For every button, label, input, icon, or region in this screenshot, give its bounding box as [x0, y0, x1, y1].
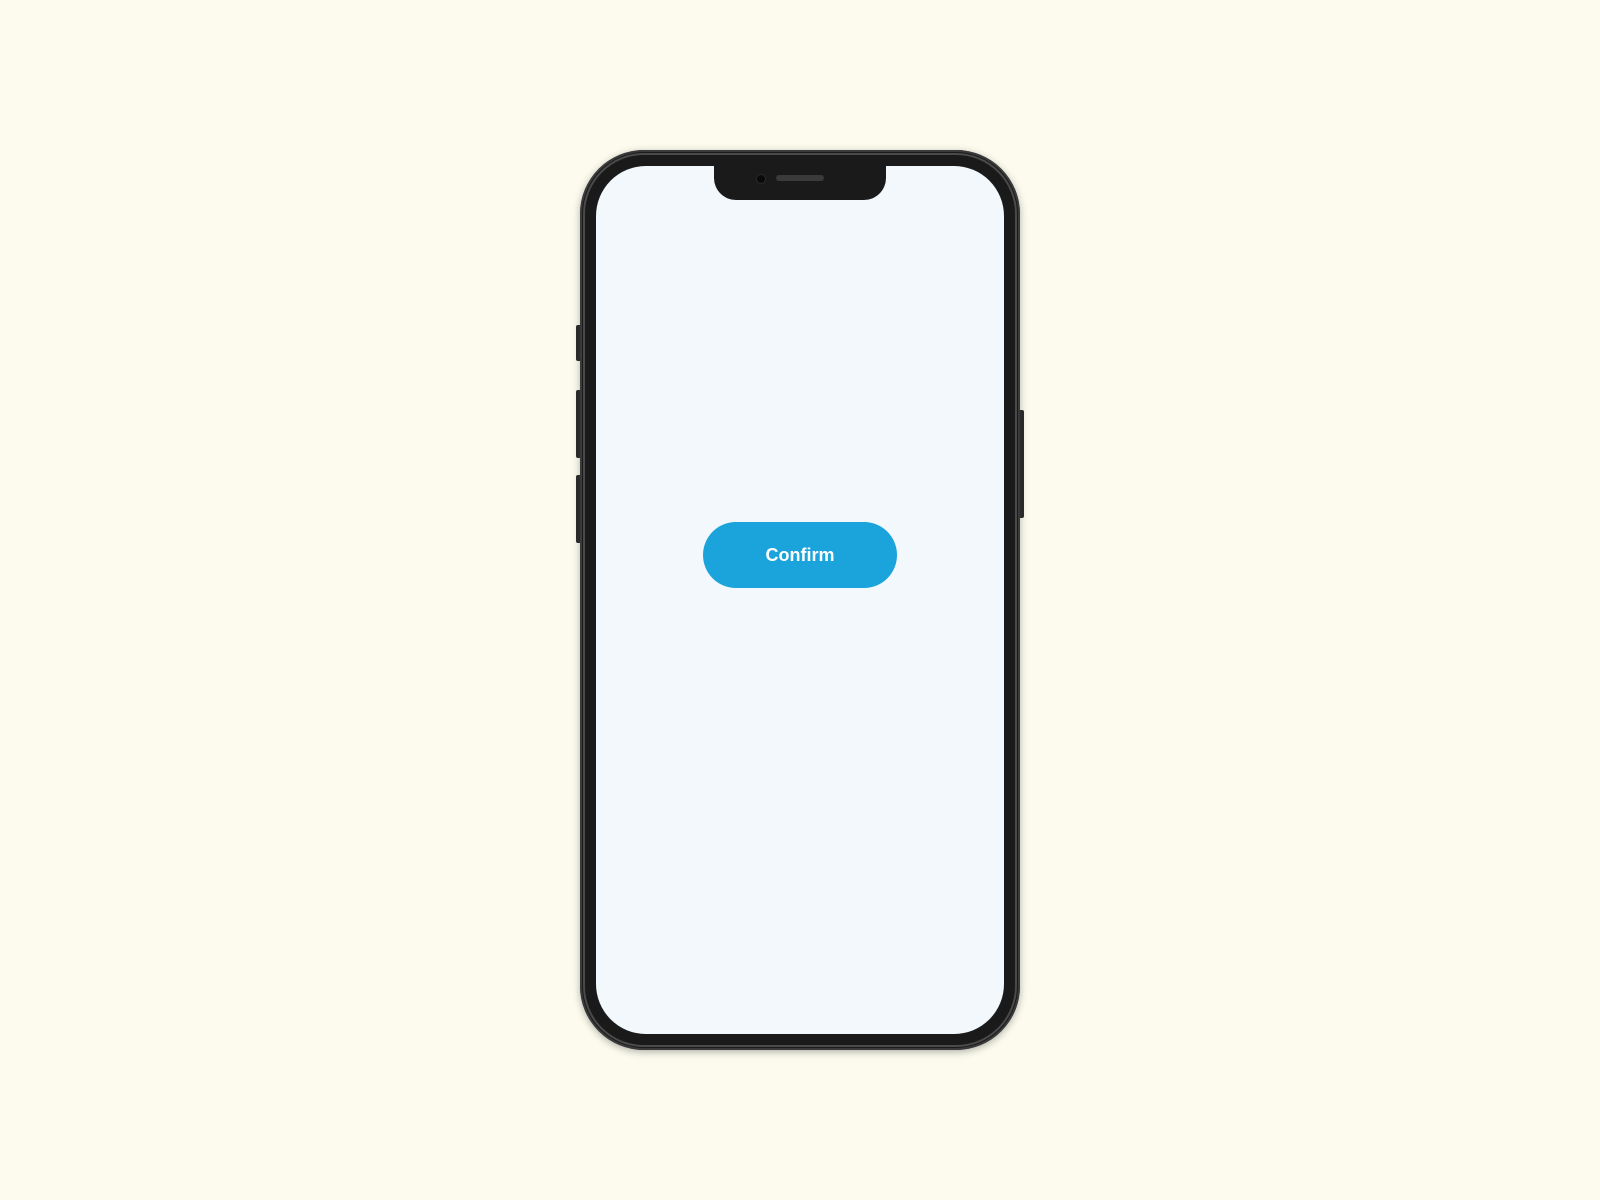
volume-down-button — [576, 475, 580, 543]
power-button — [1020, 410, 1024, 518]
front-camera — [756, 174, 766, 184]
phone-device-frame: Confirm — [580, 150, 1020, 1050]
volume-up-button — [576, 390, 580, 458]
phone-screen: Confirm — [596, 166, 1004, 1034]
silent-switch — [576, 325, 580, 361]
speaker-grille — [776, 175, 824, 181]
phone-notch — [714, 166, 886, 200]
confirm-button[interactable]: Confirm — [703, 522, 897, 588]
